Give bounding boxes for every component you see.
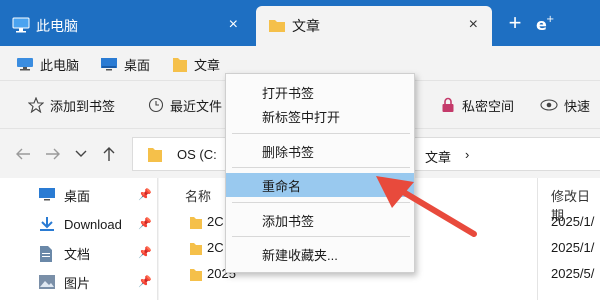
folder-icon	[268, 17, 286, 36]
breadcrumb-drive[interactable]: OS (C:	[177, 147, 217, 162]
sidebar-item-label: 桌面	[64, 188, 91, 204]
new-tab-button[interactable]: +	[503, 12, 527, 36]
folder-icon	[189, 214, 203, 233]
sidebar-item-label: 文档	[64, 246, 91, 262]
bookmark-this-pc[interactable]: 此电脑	[16, 54, 79, 74]
download-icon	[38, 216, 56, 235]
folder-icon	[147, 145, 163, 166]
pin-icon[interactable]: 📌	[138, 275, 152, 288]
row-date: 2025/5/	[551, 266, 595, 281]
private-space-button[interactable]: 私密空间	[440, 95, 514, 115]
row-date: 2025/1/	[551, 214, 595, 229]
browser-icon[interactable]: e +	[534, 13, 556, 35]
bookmark-label: 此电脑	[40, 57, 80, 73]
column-header-name[interactable]: 名称	[185, 186, 211, 205]
sidebar-item-pictures[interactable]: 图片 📌	[0, 269, 158, 295]
svg-text:+: +	[546, 14, 554, 25]
private-space-label: 私密空间	[462, 98, 515, 114]
monitor-icon	[16, 57, 34, 72]
row-name: 2C	[207, 214, 224, 229]
picture-icon	[38, 274, 56, 293]
bookmark-label: 桌面	[124, 57, 151, 73]
menu-separator	[232, 133, 410, 134]
quick-label: 快速	[564, 98, 591, 114]
tab-this-pc[interactable]: 此电脑 ×	[0, 6, 252, 46]
close-icon[interactable]: ×	[469, 15, 478, 35]
row-date: 2025/1/	[551, 240, 595, 255]
close-icon[interactable]: ×	[229, 15, 238, 35]
navigation-pane: 桌面 📌 Download 📌 文档 📌 图片 📌	[0, 178, 158, 300]
sidebar-item-desktop[interactable]: 桌面 📌	[0, 182, 158, 208]
column-divider[interactable]	[537, 178, 538, 300]
document-icon	[38, 245, 54, 266]
menu-item-new-folder[interactable]: 新建收藏夹...	[226, 242, 414, 266]
pin-icon[interactable]: 📌	[138, 217, 152, 230]
pin-icon[interactable]: 📌	[138, 246, 152, 259]
sidebar-item-label: 图片	[64, 275, 91, 291]
bookmark-desktop[interactable]: 桌面	[100, 54, 150, 74]
menu-item-open-bookmark[interactable]: 打开书签	[226, 80, 414, 104]
folder-icon	[172, 55, 188, 73]
tab-articles[interactable]: 文章 ×	[256, 6, 492, 46]
sidebar-item-label: Download	[64, 216, 122, 232]
desktop-icon	[100, 57, 118, 72]
forward-icon[interactable]	[42, 143, 64, 165]
menu-item-open-in-new-tab[interactable]: 新标签中打开	[226, 104, 414, 128]
desktop-icon	[38, 187, 56, 205]
sidebar-item-download[interactable]: Download 📌	[0, 211, 158, 237]
recent-files-label: 最近文件	[170, 98, 223, 114]
back-icon[interactable]	[12, 143, 34, 165]
tab-label: 此电脑	[36, 18, 78, 34]
up-icon[interactable]	[98, 143, 120, 165]
lock-icon	[440, 97, 456, 113]
bookmark-articles[interactable]: 文章	[172, 54, 220, 74]
annotation-arrow-icon	[376, 176, 477, 237]
bookmark-label: 文章	[194, 57, 221, 73]
add-bookmark-label: 添加到书签	[50, 98, 116, 114]
star-icon	[28, 97, 44, 113]
sidebar-item-documents[interactable]: 文档 📌	[0, 240, 158, 266]
breadcrumb-separator[interactable]: ›	[465, 147, 469, 162]
clock-icon	[148, 97, 164, 113]
pin-icon[interactable]: 📌	[138, 188, 152, 201]
breadcrumb-folder[interactable]: 文章	[425, 147, 451, 166]
tab-label: 文章	[292, 18, 320, 34]
folder-icon	[189, 266, 203, 285]
folder-icon	[189, 240, 203, 259]
quick-button[interactable]: 快速	[540, 95, 590, 115]
monitor-icon	[12, 17, 30, 36]
add-bookmark-button[interactable]: 添加到书签	[28, 95, 115, 115]
eye-icon	[540, 98, 558, 112]
menu-separator	[232, 167, 410, 168]
recent-files-button[interactable]: 最近文件	[148, 95, 222, 115]
row-name: 2C	[207, 240, 224, 255]
tab-strip: 此电脑 × 文章 × + e +	[0, 0, 600, 46]
chevron-down-icon[interactable]	[70, 143, 92, 165]
menu-item-delete-bookmark[interactable]: 删除书签	[226, 139, 414, 163]
